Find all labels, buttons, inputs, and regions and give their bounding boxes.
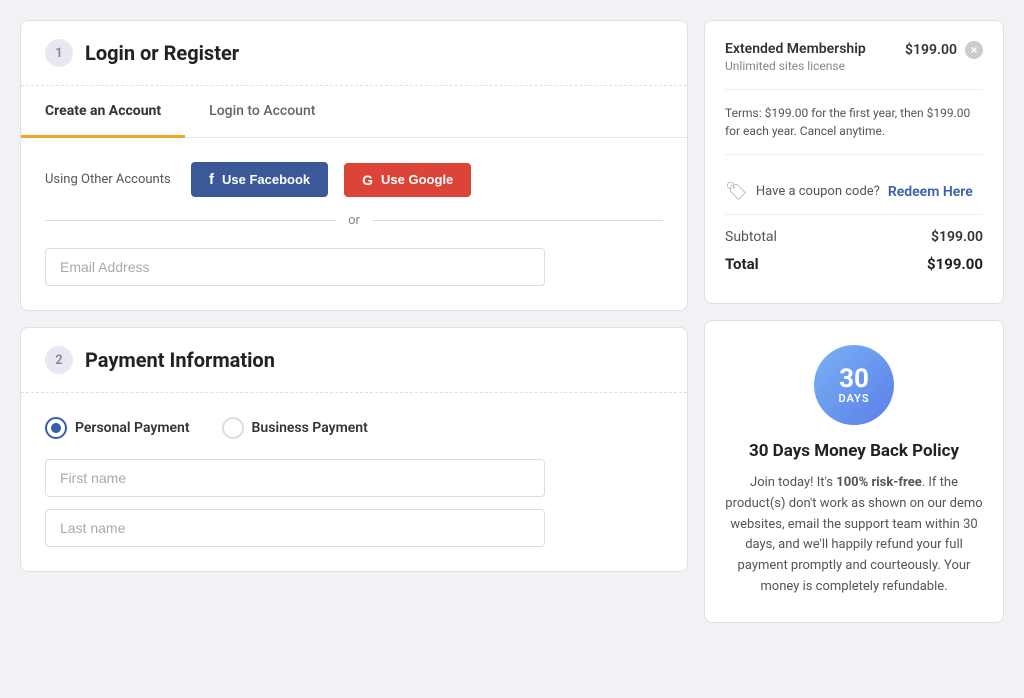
coupon-row: 🏷 Have a coupon code? Redeem Here — [725, 169, 983, 215]
left-column: 1 Login or Register Create an Account Lo… — [20, 20, 688, 623]
login-register-card: 1 Login or Register Create an Account Lo… — [20, 20, 688, 311]
google-button-label: Use Google — [381, 172, 453, 187]
days-label: DAYS — [838, 392, 869, 405]
section1-body: Using Other Accounts f Use Facebook G Us… — [21, 138, 687, 310]
order-item-name: Extended Membership — [725, 41, 866, 57]
business-radio[interactable] — [222, 417, 244, 439]
tab-create-account[interactable]: Create an Account — [21, 87, 185, 138]
payment-card: 2 Payment Information Personal Payment B… — [20, 327, 688, 572]
money-back-card: 30 DAYS 30 Days Money Back Policy Join t… — [704, 320, 1004, 623]
social-label: Using Other Accounts — [45, 172, 175, 187]
order-summary-card: Extended Membership Unlimited sites lice… — [704, 20, 1004, 304]
or-line-left — [45, 220, 336, 221]
or-line-right — [372, 220, 663, 221]
section2-body: Personal Payment Business Payment — [21, 393, 687, 571]
total-label: Total — [725, 255, 759, 273]
days-badge: 30 DAYS — [814, 345, 894, 425]
money-back-title: 30 Days Money Back Policy — [725, 441, 983, 461]
right-column: Extended Membership Unlimited sites lice… — [704, 20, 1004, 623]
payment-options: Personal Payment Business Payment — [45, 417, 663, 439]
total-value: $199.00 — [927, 255, 983, 273]
email-input[interactable] — [45, 248, 545, 286]
social-row: Using Other Accounts f Use Facebook G Us… — [45, 162, 663, 197]
step1-circle: 1 — [45, 39, 73, 67]
redeem-link[interactable]: Redeem Here — [888, 184, 973, 200]
days-number: 30 — [839, 366, 869, 392]
or-text: or — [348, 213, 360, 228]
section2-header: 2 Payment Information — [21, 328, 687, 393]
section2-title: Payment Information — [85, 348, 275, 372]
subtotal-value: $199.00 — [931, 229, 983, 245]
section1-header: 1 Login or Register — [21, 21, 687, 86]
order-item-price-row: $199.00 × — [905, 41, 983, 59]
lastname-input[interactable] — [45, 509, 545, 547]
total-row: Total $199.00 — [725, 255, 983, 273]
subtotal-label: Subtotal — [725, 229, 777, 245]
google-button[interactable]: G Use Google — [344, 163, 471, 197]
tabs-row: Create an Account Login to Account — [21, 86, 687, 138]
order-item-sub: Unlimited sites license — [725, 59, 866, 73]
page-wrapper: 1 Login or Register Create an Account Lo… — [20, 20, 1004, 623]
facebook-button-label: Use Facebook — [222, 172, 310, 187]
payment-form-fields — [45, 459, 663, 547]
personal-payment-option[interactable]: Personal Payment — [45, 417, 190, 439]
firstname-input[interactable] — [45, 459, 545, 497]
coupon-icon: 🏷 — [725, 181, 748, 202]
personal-radio[interactable] — [45, 417, 67, 439]
tab-login-account[interactable]: Login to Account — [185, 87, 339, 138]
facebook-icon: f — [209, 171, 214, 188]
subtotal-row: Subtotal $199.00 — [725, 229, 983, 245]
google-icon: G — [362, 172, 373, 188]
facebook-button[interactable]: f Use Facebook — [191, 162, 328, 197]
remove-item-button[interactable]: × — [965, 41, 983, 59]
order-item-price: $199.00 — [905, 42, 957, 58]
section1-title: Login or Register — [85, 41, 239, 65]
business-payment-label: Business Payment — [252, 420, 368, 436]
money-back-description: Join today! It's 100% risk-free. If the … — [725, 473, 983, 598]
order-item-info: Extended Membership Unlimited sites lice… — [725, 41, 866, 73]
order-item-row: Extended Membership Unlimited sites lice… — [725, 41, 983, 73]
business-payment-option[interactable]: Business Payment — [222, 417, 368, 439]
coupon-label: Have a coupon code? — [756, 184, 880, 199]
or-divider: or — [45, 213, 663, 228]
terms-text: Terms: $199.00 for the first year, then … — [725, 89, 983, 155]
step2-circle: 2 — [45, 346, 73, 374]
personal-payment-label: Personal Payment — [75, 420, 190, 436]
